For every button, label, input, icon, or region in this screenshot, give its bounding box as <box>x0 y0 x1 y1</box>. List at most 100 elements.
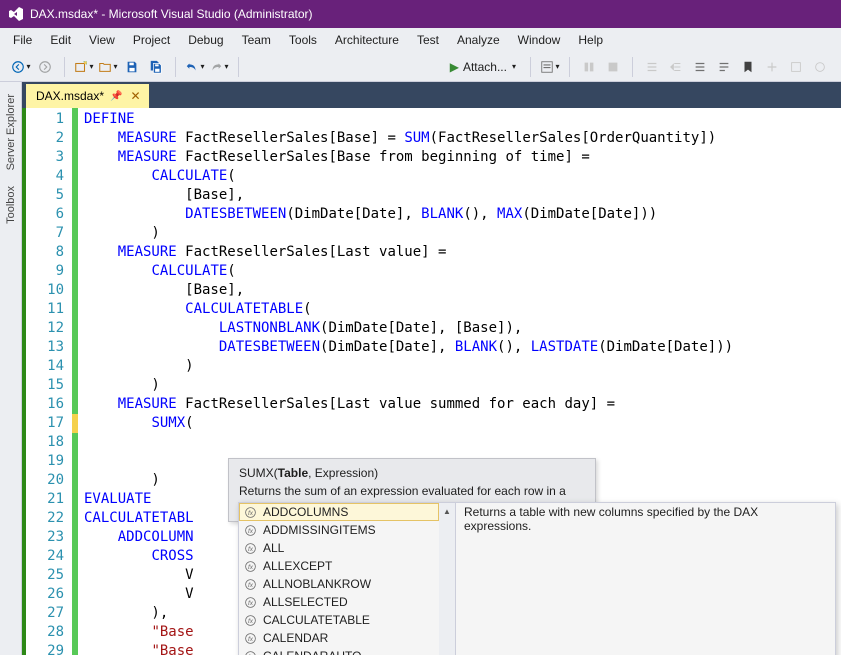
function-icon: fx <box>243 541 257 555</box>
play-icon: ▶ <box>450 60 459 74</box>
menu-item-view[interactable]: View <box>80 30 124 50</box>
function-icon: fx <box>243 631 257 645</box>
code-line[interactable]: LASTNONBLANK(DimDate[Date], [Base]), <box>84 319 841 338</box>
code-line[interactable]: SUMX( <box>84 414 841 433</box>
bookmark-button[interactable] <box>737 56 759 78</box>
toolbar-misc-1[interactable]: ▾ <box>539 56 561 78</box>
code-line[interactable]: CALCULATE( <box>84 262 841 281</box>
function-icon: fx <box>243 649 257 655</box>
menu-item-project[interactable]: Project <box>124 30 179 50</box>
code-line[interactable]: MEASURE FactResellerSales[Last value sum… <box>84 395 841 414</box>
code-line[interactable] <box>84 433 841 452</box>
intellisense-item[interactable]: fxALLEXCEPT <box>239 557 439 575</box>
undo-button[interactable]: ▾ <box>184 56 206 78</box>
code-line[interactable]: MEASURE FactResellerSales[Last value] = <box>84 243 841 262</box>
change-indicator-strip <box>72 108 80 655</box>
uncomment-button[interactable] <box>713 56 735 78</box>
svg-text:fx: fx <box>247 599 253 606</box>
side-tab-toolbox[interactable]: Toolbox <box>3 178 19 232</box>
svg-text:fx: fx <box>247 509 253 516</box>
svg-text:fx: fx <box>247 563 253 570</box>
code-editor[interactable]: 1234567891011121314151617181920212223242… <box>22 108 841 655</box>
code-line[interactable]: CALCULATETABLE( <box>84 300 841 319</box>
svg-text:fx: fx <box>247 635 253 642</box>
function-icon: fx <box>243 577 257 591</box>
function-icon: fx <box>243 613 257 627</box>
scroll-down-icon[interactable]: ▼ <box>439 649 455 655</box>
document-tab-active[interactable]: DAX.msdax* 📌 ✕ <box>26 84 149 108</box>
indent-less-button <box>641 56 663 78</box>
intellisense-scrollbar[interactable]: ▲ ▼ <box>439 503 455 655</box>
code-line[interactable]: DATESBETWEEN(DimDate[Date], BLANK(), MAX… <box>84 205 841 224</box>
menu-item-team[interactable]: Team <box>233 30 280 50</box>
intellisense-item[interactable]: fxADDMISSINGITEMS <box>239 521 439 539</box>
toolbar-misc-2 <box>761 56 783 78</box>
menu-item-window[interactable]: Window <box>509 30 570 50</box>
svg-text:fx: fx <box>247 617 253 624</box>
intellisense-description: Returns a table with new columns specifi… <box>455 503 835 655</box>
svg-text:fx: fx <box>247 545 253 552</box>
code-line[interactable]: [Base], <box>84 281 841 300</box>
open-file-button[interactable]: ▾ <box>97 56 119 78</box>
intellisense-item[interactable]: fxCALENDARAUTO <box>239 647 439 655</box>
toolbar-misc-4 <box>809 56 831 78</box>
nav-back-button[interactable]: ▾ <box>10 56 32 78</box>
intellisense-item[interactable]: fxCALENDAR <box>239 629 439 647</box>
function-icon: fx <box>243 559 257 573</box>
save-all-button[interactable] <box>145 56 167 78</box>
intellisense-item[interactable]: fxALLSELECTED <box>239 593 439 611</box>
window-title: DAX.msdax* - Microsoft Visual Studio (Ad… <box>30 7 313 21</box>
function-icon: fx <box>243 595 257 609</box>
intellisense-list[interactable]: fxADDCOLUMNSfxADDMISSINGITEMSfxALLfxALLE… <box>239 503 439 655</box>
intellisense-item[interactable]: fxCALCULATETABLE <box>239 611 439 629</box>
code-line[interactable]: ) <box>84 357 841 376</box>
title-bar: DAX.msdax* - Microsoft Visual Studio (Ad… <box>0 0 841 28</box>
menu-item-architecture[interactable]: Architecture <box>326 30 408 50</box>
step-over-button <box>602 56 624 78</box>
document-tab-label: DAX.msdax* <box>36 89 104 103</box>
menu-item-analyze[interactable]: Analyze <box>448 30 509 50</box>
document-tab-bar: DAX.msdax* 📌 ✕ <box>22 82 841 108</box>
intellisense-item[interactable]: fxALLNOBLANKROW <box>239 575 439 593</box>
line-number-gutter: 1234567891011121314151617181920212223242… <box>26 108 72 655</box>
code-line[interactable]: DATESBETWEEN(DimDate[Date], BLANK(), LAS… <box>84 338 841 357</box>
save-button[interactable] <box>121 56 143 78</box>
menu-item-tools[interactable]: Tools <box>280 30 326 50</box>
svg-text:fx: fx <box>247 527 253 534</box>
function-icon: fx <box>243 523 257 537</box>
intellisense-popup[interactable]: fxADDCOLUMNSfxADDMISSINGITEMSfxALLfxALLE… <box>238 502 836 655</box>
close-icon[interactable]: ✕ <box>128 89 142 103</box>
redo-button[interactable]: ▾ <box>208 56 230 78</box>
step-into-button <box>578 56 600 78</box>
side-tab-server-explorer[interactable]: Server Explorer <box>3 86 19 178</box>
toolbar: ▾ ▾ ▾ ▾ ▾ ▶ Attach... ▾ ▾ <box>0 52 841 82</box>
menu-item-edit[interactable]: Edit <box>41 30 80 50</box>
menu-bar: FileEditViewProjectDebugTeamToolsArchite… <box>0 28 841 52</box>
code-line[interactable]: [Base], <box>84 186 841 205</box>
pin-icon[interactable]: 📌 <box>110 91 122 102</box>
code-line[interactable]: ) <box>84 376 841 395</box>
function-icon: fx <box>243 505 257 519</box>
indent-more-button <box>665 56 687 78</box>
svg-text:fx: fx <box>247 581 253 588</box>
scroll-up-icon[interactable]: ▲ <box>439 503 455 519</box>
code-line[interactable]: ) <box>84 224 841 243</box>
menu-item-help[interactable]: Help <box>569 30 612 50</box>
toolbar-misc-3 <box>785 56 807 78</box>
code-line[interactable]: MEASURE FactResellerSales[Base from begi… <box>84 148 841 167</box>
intellisense-item[interactable]: fxADDCOLUMNS <box>239 503 439 521</box>
new-project-button[interactable]: ▾ <box>73 56 95 78</box>
menu-item-test[interactable]: Test <box>408 30 448 50</box>
menu-item-file[interactable]: File <box>4 30 41 50</box>
menu-item-debug[interactable]: Debug <box>179 30 232 50</box>
code-line[interactable]: DEFINE <box>84 110 841 129</box>
side-tab-well: Server Explorer Toolbox <box>0 82 22 655</box>
comment-button[interactable] <box>689 56 711 78</box>
attach-button[interactable]: ▶ Attach... ▾ <box>444 56 522 78</box>
nav-forward-button[interactable] <box>34 56 56 78</box>
code-line[interactable]: CALCULATE( <box>84 167 841 186</box>
vs-logo-icon <box>8 6 24 22</box>
code-line[interactable]: MEASURE FactResellerSales[Base] = SUM(Fa… <box>84 129 841 148</box>
intellisense-item[interactable]: fxALL <box>239 539 439 557</box>
attach-label: Attach... <box>463 60 507 74</box>
